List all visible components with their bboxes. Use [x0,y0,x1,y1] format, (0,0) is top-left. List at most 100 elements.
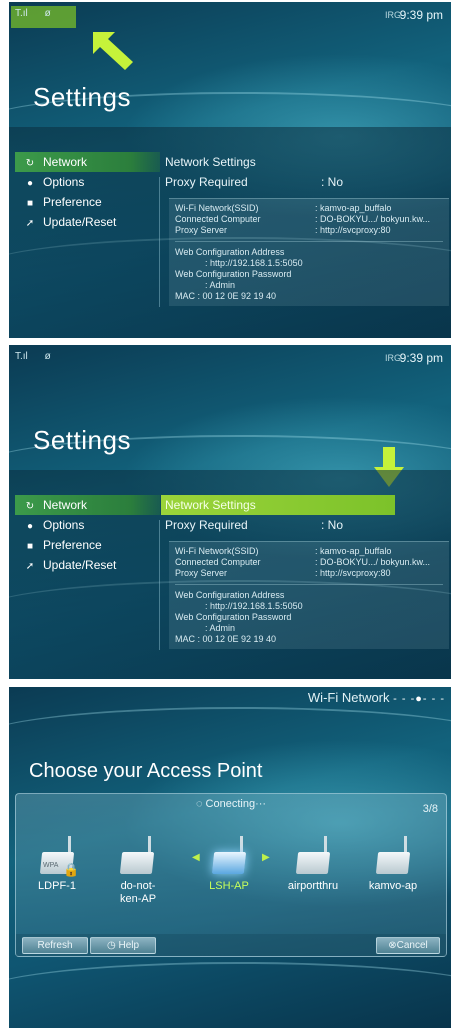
divider [175,584,443,585]
network-status-icon: ø [44,351,51,362]
pointer-arrow-icon [93,32,133,70]
settings-menu: ↻ Network ● Options ■ Preference ➚ Update/Re… [15,152,160,232]
battery-icon: IRG [384,10,401,20]
access-point-name: do-not-ken-AP [119,880,157,905]
preference-icon: ■ [26,198,34,209]
proxy-server-value: : http://svcproxy:80 [315,225,391,235]
network-status-icon: ø [44,8,51,19]
connecting-label: Conecting··· [205,798,267,810]
signal-icon[interactable]: T.ıl ø [15,351,51,362]
wrench-icon: ● [26,178,34,189]
router-icon [293,834,333,874]
status-bar: T.ıl ø IRG 9:39 pm [9,345,451,371]
proxy-required-row[interactable]: Proxy Required : No [161,172,445,192]
update-icon: ➚ [25,218,35,229]
clock: 9:39 pm [399,351,443,365]
network-info-box: Wi-Fi Network(SSID): kamvo-ap_buffalo Co… [169,541,449,649]
settings-screen-2: T.ıl ø IRG 9:39 pm Settings ↻ Network ● Op… [9,345,451,679]
menu-item-preference[interactable]: ■ Preference [15,535,160,555]
proxy-required-label: Proxy Required [165,518,248,532]
wifi-network-label: Wi-Fi Network(SSID) [175,203,259,213]
refresh-icon: ↻ [25,501,35,512]
menu-item-network[interactable]: ↻ Network [15,152,160,172]
connected-computer-label: Connected Computer [175,557,261,567]
web-config-address-label: Web Configuration Address [175,247,285,257]
router-icon [117,834,157,874]
router-icon: WPA 🔒 [37,834,79,877]
signal-label: T.ıl [15,351,28,362]
menu-item-network[interactable]: ↻ Network [15,495,160,515]
page-title: Settings [33,425,131,455]
wifi-network-label: Wi-Fi Network(SSID) [175,546,259,556]
settings-content: ↻ Network ● Options ■ Preference ➚ Update/Re… [9,127,451,338]
access-point-item[interactable]: WPA 🔒 LDPF-1 [22,834,92,893]
network-settings-heading[interactable]: Network Settings [161,152,445,172]
step-indicator: - - -●- - - [393,693,445,705]
mac-address: MAC : 00 12 0E 92 19 40 [175,291,277,301]
background-swoosh [9,962,451,1024]
web-config-password-label: Web Configuration Password [175,269,292,279]
network-details: Network Settings Proxy Required : No Wi-… [161,495,449,649]
menu-label: Network [43,498,88,512]
menu-item-options[interactable]: ● Options [15,172,160,192]
ap-counter: 3/8 [422,803,438,815]
access-point-item[interactable]: kamvo-ap [358,834,428,893]
menu-item-options[interactable]: ● Options [15,515,160,535]
web-config-password-value: : Admin [205,623,236,633]
settings-content: ↻ Network ● Options ■ Preference ➚ Update/Re… [9,470,451,679]
wifi-network-value: : kamvo-ap_buffalo [315,203,392,213]
help-label: Help [118,940,140,951]
menu-item-update-reset[interactable]: ➚ Update/Reset [15,555,160,575]
update-icon: ➚ [25,561,35,572]
proxy-required-value: : No [321,175,344,189]
menu-label: Update/Reset [43,215,117,229]
menu-label: Network [43,155,88,169]
cancel-icon: ⊗ [388,940,397,951]
proxy-required-row[interactable]: Proxy Required : No [161,515,445,535]
web-config-password-value: : Admin [205,280,236,290]
network-settings-heading[interactable]: Network Settings [161,495,395,515]
mac-address: MAC : 00 12 0E 92 19 40 [175,634,277,644]
signal-icon[interactable]: T.ıl ø [15,8,51,19]
web-config-address-value: : http://192.168.1.5:5050 [205,258,303,268]
router-icon [373,834,413,874]
menu-label: Options [43,518,85,532]
network-details: Network Settings Proxy Required : No Wi-… [161,152,449,306]
access-point-item[interactable]: airportthru [278,834,348,893]
cancel-button[interactable]: ⊗Cancel [376,937,440,954]
menu-item-preference[interactable]: ■ Preference [15,192,160,212]
proxy-required-value: : No [321,518,344,532]
access-point-list: ◌ Conecting··· 3/8 WPA 🔒 LDPF-1 do-not-k… [15,793,447,957]
help-button[interactable]: ◷ Help [90,937,156,954]
access-point-name: airportthru [287,880,339,892]
connecting-status: ◌ Conecting··· [16,798,446,810]
connected-computer-value: : DO-BOKYU.../ bokyun.kw... [315,557,431,567]
proxy-server-label: Proxy Server [175,225,228,235]
web-config-password-label: Web Configuration Password [175,612,292,622]
proxy-server-value: : http://svcproxy:80 [315,568,391,578]
clock: 9:39 pm [399,8,443,22]
menu-label: Preference [43,538,102,552]
battery-icon: IRG [384,353,401,363]
help-icon: ◷ [106,940,119,951]
settings-menu: ↻ Network ● Options ■ Preference ➚ Update/Re… [15,495,160,575]
wrench-icon: ● [26,521,34,532]
access-point-item-focused[interactable]: LSH-AP [194,834,264,893]
wpa-label: WPA [43,862,59,869]
access-point-name: LDPF-1 [38,880,76,892]
access-point-screen: Wi-Fi Network - - -●- - - Choose your Ac… [9,687,451,1028]
signal-label: T.ıl [15,8,28,19]
connected-computer-label: Connected Computer [175,214,261,224]
scroll-right-icon[interactable]: ▶ [262,852,270,863]
web-config-address-label: Web Configuration Address [175,590,285,600]
menu-item-update-reset[interactable]: ➚ Update/Reset [15,212,160,232]
access-point-name: LSH-AP [209,880,249,892]
access-point-item[interactable]: do-not-ken-AP [102,834,172,906]
divider [159,177,160,307]
menu-label: Options [43,175,85,189]
refresh-button[interactable]: Refresh [22,937,88,954]
access-point-name: kamvo-ap [368,880,418,892]
menu-label: Update/Reset [43,558,117,572]
refresh-icon: ↻ [25,158,35,169]
button-bar: Refresh ◷ Help ⊗Cancel [16,934,446,956]
